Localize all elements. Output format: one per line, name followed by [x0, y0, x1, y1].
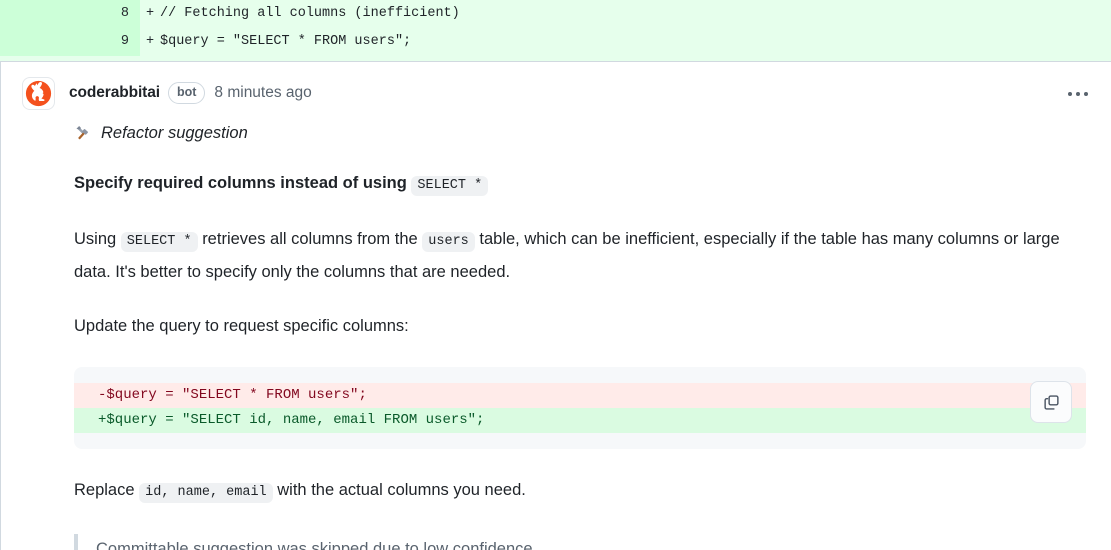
suggestion-heading-text: Specify required columns instead of usin… — [74, 174, 407, 192]
bot-badge: bot — [167, 82, 206, 104]
diff-hunk: 8 + // Fetching all columns (inefficient… — [0, 0, 1111, 61]
diff-code-text: // Fetching all columns (inefficient) — [160, 0, 1111, 28]
review-comment-card: coderabbitai bot 8 minutes ago Refactor … — [0, 61, 1111, 550]
diff-row[interactable]: 9 + $query = "SELECT * FROM users"; — [0, 28, 1111, 56]
code-line-addition: +$query = "SELECT id, name, email FROM u… — [74, 408, 1086, 433]
refactor-suggestion-label: Refactor suggestion — [74, 124, 1077, 143]
diff-row[interactable]: 8 + // Fetching all columns (inefficient… — [0, 0, 1111, 28]
paragraph-update-query: Update the query to request specific col… — [74, 317, 409, 335]
replace-part-2: with the actual columns you need. — [277, 481, 526, 499]
coderabbit-avatar-icon[interactable] — [22, 76, 55, 110]
code-line-deletion: -$query = "SELECT * FROM users"; — [74, 383, 1086, 408]
comment-header: coderabbitai bot 8 minutes ago — [17, 76, 1095, 110]
refactor-suggestion-text: Refactor suggestion — [101, 124, 248, 142]
committable-suggestion-note: Committable suggestion was skipped due t… — [74, 534, 1077, 550]
comment-thread-page: 8 + // Fetching all columns (inefficient… — [0, 0, 1111, 550]
kebab-dot — [1084, 92, 1088, 96]
comment-body: Refactor suggestion Specify required col… — [17, 124, 1095, 550]
comment-timestamp[interactable]: 8 minutes ago — [214, 84, 311, 102]
diff-line-number: 9 — [0, 28, 140, 56]
paragraph-part-2: retrieves all columns from the — [202, 230, 418, 248]
hammer-and-wrench-icon — [74, 124, 93, 143]
diff-change-marker: + — [140, 28, 160, 56]
suggested-code-block: -$query = "SELECT * FROM users"; +$query… — [74, 367, 1086, 449]
diff-change-marker: + — [140, 0, 160, 28]
paragraph-part-1: Using — [74, 230, 117, 248]
kebab-menu-icon[interactable] — [1061, 82, 1095, 106]
inline-code-select-star: SELECT * — [411, 176, 489, 196]
comment-author[interactable]: coderabbitai — [69, 84, 160, 102]
copy-icon[interactable] — [1030, 381, 1072, 423]
diff-line-number: 8 — [0, 0, 140, 28]
inline-code-users: users — [422, 232, 475, 252]
kebab-dot — [1076, 92, 1080, 96]
paragraph-explanation: Using SELECT * retrieves all columns fro… — [74, 224, 1069, 287]
paragraph-replace: Replace id, name, email with the actual … — [74, 475, 1069, 508]
kebab-dot — [1068, 92, 1072, 96]
inline-code-select-star: SELECT * — [120, 232, 198, 252]
replace-part-1: Replace — [74, 481, 135, 499]
suggestion-heading: Specify required columns instead of usin… — [74, 171, 1077, 198]
diff-code-text: $query = "SELECT * FROM users"; — [160, 28, 1111, 56]
inline-code-columns: id, name, email — [139, 483, 273, 503]
